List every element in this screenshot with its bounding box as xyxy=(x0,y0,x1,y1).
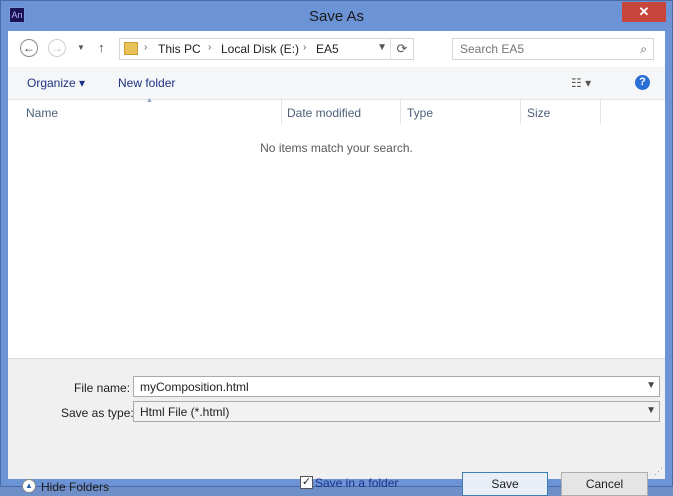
save-as-type-select[interactable]: Html File (*.html) ▼ xyxy=(133,401,660,422)
window-title: Save As xyxy=(308,8,365,25)
file-list[interactable]: No items match your search. xyxy=(8,124,665,358)
breadcrumb-this-pc[interactable]: This PC xyxy=(158,42,201,56)
organize-menu-button[interactable]: Organize ▾ xyxy=(27,76,85,90)
file-name-field[interactable]: myComposition.html ▼ xyxy=(133,376,660,397)
column-size[interactable]: Size xyxy=(527,106,550,120)
help-icon[interactable]: ? xyxy=(635,75,650,90)
new-folder-button[interactable]: New folder xyxy=(118,76,175,90)
column-type[interactable]: Type xyxy=(407,106,433,120)
file-name-label: File name: xyxy=(74,381,131,395)
column-date-modified[interactable]: Date modified xyxy=(287,106,361,120)
column-name[interactable]: Name xyxy=(26,106,58,120)
breadcrumb-separator-icon: › xyxy=(208,42,212,53)
address-dropdown-chevron-icon[interactable]: ▼ xyxy=(377,42,387,53)
hide-folders-button[interactable]: Hide Folders xyxy=(41,480,109,494)
cancel-button[interactable]: Cancel xyxy=(561,472,648,496)
breadcrumb-ea5[interactable]: EA5 xyxy=(316,42,339,56)
hide-folders-chevron-icon[interactable]: ▲ xyxy=(22,479,36,493)
resize-grip-icon[interactable]: ⋰ xyxy=(654,466,663,477)
save-as-dialog: An Save As ✕ ← → ▼ ↑ › This PC › Local D… xyxy=(0,0,673,496)
sort-ascending-icon: ▲ xyxy=(146,97,153,104)
close-button[interactable]: ✕ xyxy=(622,2,666,22)
breadcrumb-separator-icon: › xyxy=(144,42,148,53)
search-icon[interactable]: ⌕ xyxy=(640,42,647,57)
forward-icon[interactable]: → xyxy=(48,39,66,57)
column-divider[interactable] xyxy=(600,100,601,124)
save-options-panel: File name: myComposition.html ▼ Save as … xyxy=(8,358,665,496)
breadcrumb-separator-icon: › xyxy=(303,42,307,53)
column-divider[interactable] xyxy=(400,100,401,124)
empty-list-message: No items match your search. xyxy=(260,141,413,155)
recent-locations-chevron-icon[interactable]: ▼ xyxy=(77,43,85,52)
folder-icon xyxy=(124,42,138,55)
file-name-dropdown-chevron-icon[interactable]: ▼ xyxy=(646,380,656,391)
breadcrumb-local-disk[interactable]: Local Disk (E:) xyxy=(221,42,299,56)
search-input[interactable] xyxy=(453,39,635,59)
save-in-folder-label[interactable]: Save in a folder xyxy=(315,476,398,490)
title-bar: An Save As ✕ xyxy=(1,1,672,31)
file-name-value[interactable]: myComposition.html xyxy=(140,380,249,394)
save-as-type-value[interactable]: Html File (*.html) xyxy=(140,405,229,419)
navigation-bar: ← → ▼ ↑ › This PC › Local Disk (E:) › EA… xyxy=(8,31,665,67)
save-as-type-chevron-icon[interactable]: ▼ xyxy=(646,405,656,416)
back-icon[interactable]: ← xyxy=(20,39,38,57)
column-divider[interactable] xyxy=(281,100,282,124)
up-arrow-icon[interactable]: ↑ xyxy=(98,40,105,55)
save-button[interactable]: Save xyxy=(462,472,548,496)
dialog-body: ← → ▼ ↑ › This PC › Local Disk (E:) › EA… xyxy=(8,31,665,496)
address-bar[interactable]: › This PC › Local Disk (E:) › EA5 ▼ ⟳ xyxy=(119,38,414,60)
save-as-type-label: Save as type: xyxy=(61,406,134,420)
change-view-icon[interactable]: ☷ ▾ xyxy=(571,76,591,90)
column-header-row: ▲ Name Date modified Type Size xyxy=(8,97,665,124)
refresh-icon[interactable]: ⟳ xyxy=(390,39,413,59)
save-in-folder-checkbox[interactable]: ✓ xyxy=(300,476,313,489)
search-box[interactable]: ⌕ xyxy=(452,38,654,60)
command-toolbar: Organize ▾ New folder ☷ ▾ ? xyxy=(8,67,665,100)
column-divider[interactable] xyxy=(520,100,521,124)
